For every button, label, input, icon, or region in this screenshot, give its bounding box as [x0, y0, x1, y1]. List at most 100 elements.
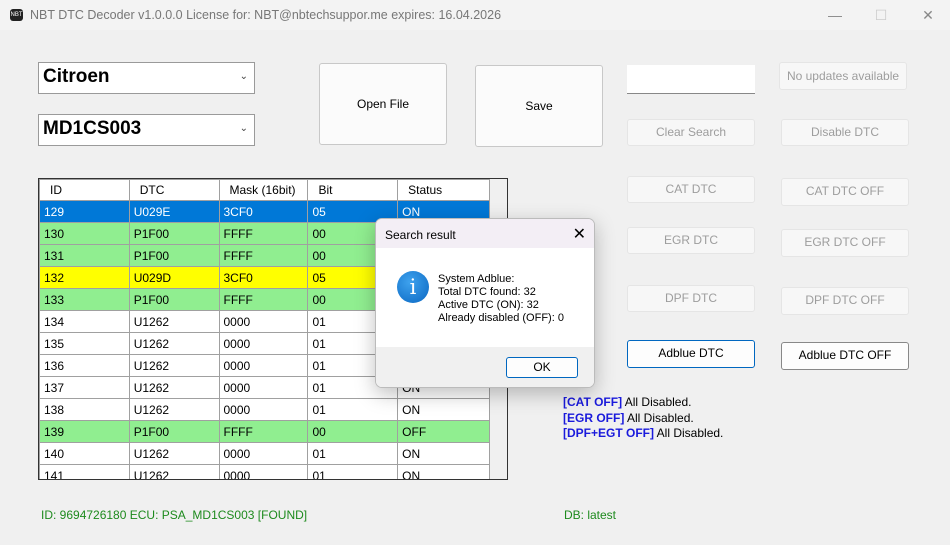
column-header-mask[interactable]: Mask (16bit): [218, 179, 309, 201]
log-text: All Disabled.: [654, 426, 724, 440]
cell-id[interactable]: 140: [39, 442, 130, 465]
cell-mask[interactable]: 0000: [218, 310, 309, 333]
table-row[interactable]: 141 U1262 0000 01 ON: [39, 464, 490, 479]
log-panel: [CAT OFF] All Disabled. [EGR OFF] All Di…: [563, 395, 723, 442]
cell-mask[interactable]: 0000: [218, 376, 309, 399]
column-header-bit[interactable]: Bit: [307, 179, 399, 201]
ecu-select[interactable]: MD1CS003 ⌄: [38, 114, 255, 146]
cell-dtc[interactable]: U1262: [128, 310, 220, 333]
log-line: [DPF+EGT OFF] All Disabled.: [563, 426, 723, 442]
app-logo-icon: NBT: [10, 9, 23, 21]
ecu-status-label: ID: 9694726180 ECU: PSA_MD1CS003 [FOUND]: [41, 508, 308, 522]
cell-status[interactable]: ON: [397, 398, 490, 421]
make-value: Citroen: [43, 66, 110, 87]
log-line: [CAT OFF] All Disabled.: [563, 395, 723, 411]
log-tag: [EGR OFF]: [563, 410, 625, 425]
cell-mask[interactable]: FFFF: [218, 244, 309, 267]
cell-id[interactable]: 136: [39, 354, 130, 377]
cell-id[interactable]: 137: [39, 376, 130, 399]
column-header-dtc[interactable]: DTC: [128, 179, 220, 201]
open-file-button[interactable]: Open File: [319, 63, 447, 145]
cell-dtc[interactable]: P1F00: [128, 222, 220, 245]
cell-id[interactable]: 139: [39, 420, 130, 443]
column-header-id[interactable]: ID: [39, 179, 130, 201]
cell-id[interactable]: 130: [39, 222, 130, 245]
cell-mask[interactable]: FFFF: [218, 222, 309, 245]
cell-dtc[interactable]: P1F00: [128, 244, 220, 267]
egr-dtc-off-button[interactable]: EGR DTC OFF: [781, 229, 909, 257]
cell-bit[interactable]: 00: [307, 420, 399, 443]
make-select[interactable]: Citroen ⌄: [38, 62, 255, 94]
chevron-down-icon: ⌄: [239, 71, 248, 82]
disable-dtc-button[interactable]: Disable DTC: [781, 119, 909, 146]
minimize-button[interactable]: —: [820, 4, 850, 26]
cell-status[interactable]: ON: [397, 442, 490, 465]
cell-dtc[interactable]: U1262: [128, 398, 220, 421]
dialog-message: System Adblue: Total DTC found: 32 Activ…: [438, 273, 564, 325]
cell-id[interactable]: 141: [39, 464, 130, 479]
window-title: NBT DTC Decoder v1.0.0.0 License for: NB…: [30, 8, 502, 22]
table-row[interactable]: 139 P1F00 FFFF 00 OFF: [39, 420, 490, 443]
cell-dtc[interactable]: U029E: [128, 200, 220, 223]
save-button[interactable]: Save: [475, 65, 603, 147]
log-tag: [DPF+EGT OFF]: [563, 426, 654, 440]
cell-mask[interactable]: 3CF0: [218, 200, 309, 223]
cell-id[interactable]: 138: [39, 398, 130, 421]
cell-id[interactable]: 134: [39, 310, 130, 333]
cat-dtc-off-button[interactable]: CAT DTC OFF: [781, 178, 909, 206]
dpf-dtc-off-button[interactable]: DPF DTC OFF: [781, 287, 909, 315]
cell-dtc[interactable]: P1F00: [128, 420, 220, 443]
cell-mask[interactable]: FFFF: [218, 288, 309, 311]
search-input[interactable]: [627, 65, 755, 94]
cell-id[interactable]: 132: [39, 266, 130, 289]
cell-dtc[interactable]: U1262: [128, 464, 220, 479]
column-header-status[interactable]: Status: [397, 179, 490, 201]
adblue-dtc-off-button[interactable]: Adblue DTC OFF: [781, 342, 909, 370]
dialog-footer: OK: [376, 347, 594, 387]
no-updates-button[interactable]: No updates available: [779, 62, 907, 90]
cell-id[interactable]: 129: [39, 200, 130, 223]
message-line: Active DTC (ON): 32: [438, 299, 539, 311]
egr-dtc-button[interactable]: EGR DTC: [627, 227, 755, 254]
cell-id[interactable]: 133: [39, 288, 130, 311]
dialog-title: Search result: [376, 219, 594, 248]
cell-mask[interactable]: 0000: [218, 354, 309, 377]
maximize-button[interactable]: ☐: [866, 4, 896, 26]
adblue-dtc-button[interactable]: Adblue DTC: [627, 340, 755, 368]
cell-dtc[interactable]: U1262: [128, 332, 220, 355]
cell-mask[interactable]: 0000: [218, 442, 309, 465]
cell-dtc[interactable]: U029D: [128, 266, 220, 289]
cell-bit[interactable]: 01: [307, 442, 399, 465]
title-bar: NBT NBT DTC Decoder v1.0.0.0 License for…: [0, 0, 950, 30]
table-row[interactable]: 138 U1262 0000 01 ON: [39, 398, 490, 421]
log-line: [EGR OFF] All Disabled.: [563, 411, 723, 427]
cell-mask[interactable]: 0000: [218, 332, 309, 355]
cell-status[interactable]: ON: [397, 464, 490, 479]
cell-mask[interactable]: 0000: [218, 398, 309, 421]
cell-id[interactable]: 131: [39, 244, 130, 267]
cell-dtc[interactable]: U1262: [128, 376, 220, 399]
message-line: System Adblue:: [438, 273, 515, 285]
cell-id[interactable]: 135: [39, 332, 130, 355]
cell-mask[interactable]: 3CF0: [218, 266, 309, 289]
clear-search-button[interactable]: Clear Search: [627, 119, 755, 146]
close-button[interactable]: ✕: [913, 4, 943, 26]
ecu-value: MD1CS003: [43, 118, 142, 139]
search-result-dialog: Search result ✕ i System Adblue: Total D…: [375, 218, 595, 388]
cat-dtc-button[interactable]: CAT DTC: [627, 176, 755, 203]
cell-mask[interactable]: FFFF: [218, 420, 309, 443]
cell-mask[interactable]: 0000: [218, 464, 309, 479]
dpf-dtc-button[interactable]: DPF DTC: [627, 285, 755, 312]
cell-status[interactable]: OFF: [397, 420, 490, 443]
db-status-label: DB: latest: [564, 508, 617, 522]
cell-dtc[interactable]: U1262: [128, 354, 220, 377]
cell-bit[interactable]: 01: [307, 464, 399, 479]
table-row[interactable]: 140 U1262 0000 01 ON: [39, 442, 490, 465]
ok-button[interactable]: OK: [506, 357, 578, 378]
log-text: All Disabled.: [622, 395, 692, 409]
cell-dtc[interactable]: U1262: [128, 442, 220, 465]
cell-bit[interactable]: 01: [307, 398, 399, 421]
dialog-close-icon[interactable]: ✕: [573, 224, 586, 244]
cell-dtc[interactable]: P1F00: [128, 288, 220, 311]
log-text: All Disabled.: [624, 410, 694, 425]
